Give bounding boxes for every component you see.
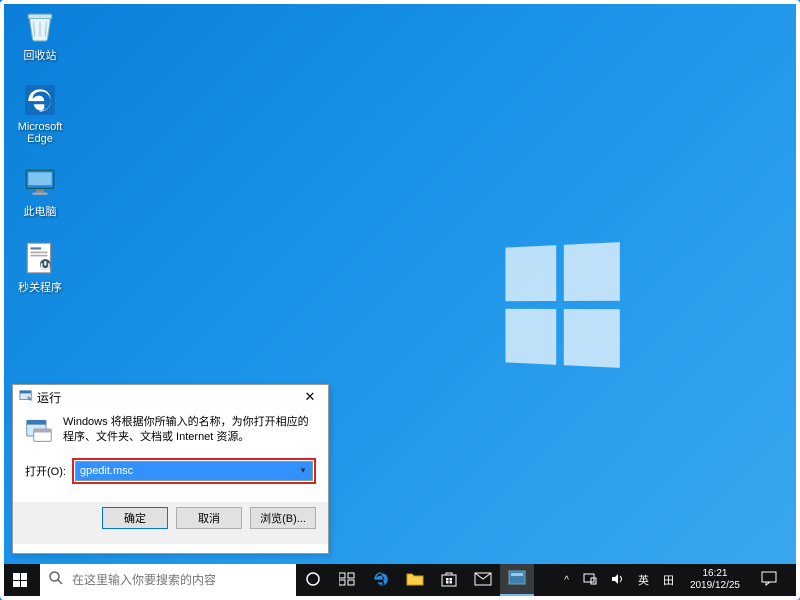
dialog-buttons: 确定 取消 浏览(B)...	[13, 502, 328, 544]
icon-label: 此电脑	[24, 203, 57, 219]
open-input[interactable]	[75, 461, 313, 481]
icon-label: 回收站	[24, 47, 57, 63]
ime-mode[interactable]: 田	[659, 572, 678, 588]
clock[interactable]: 16:21 2019/12/25	[684, 568, 746, 592]
taskbar: ^ 英 田 16:21 2019/12/25	[0, 564, 800, 596]
run-app-icon	[25, 415, 53, 443]
volume-icon[interactable]	[607, 573, 628, 588]
windows-icon	[13, 573, 27, 587]
edge-browser-icon[interactable]: Microsoft Edge	[8, 82, 72, 145]
date: 2019/12/25	[690, 580, 740, 592]
cancel-button[interactable]: 取消	[176, 507, 242, 529]
recycle-bin-icon[interactable]: 回收站	[8, 8, 72, 63]
open-label: 打开(O):	[25, 463, 66, 479]
notification-icon	[761, 571, 777, 589]
network-icon[interactable]	[579, 573, 601, 588]
run-dialog: 运行 ✕ Windows 将根据你所输入的名称，为你打开相应的程序、文件夹、文档…	[12, 384, 329, 554]
action-center-button[interactable]	[752, 571, 786, 589]
taskview-icon	[339, 572, 355, 589]
app-icon	[508, 570, 526, 589]
edge-taskbar-button[interactable]	[364, 564, 398, 596]
icon-label: 秒关程序	[18, 279, 62, 295]
tray-overflow-button[interactable]: ^	[560, 575, 573, 586]
browse-button[interactable]: 浏览(B)...	[250, 507, 316, 529]
desktop: 回收站 Microsoft Edge 此电脑 秒关程序 运行 ✕	[0, 0, 800, 600]
monitor-icon	[22, 164, 58, 200]
wallpaper-windows-logo	[505, 242, 619, 368]
running-app-button[interactable]	[500, 564, 534, 596]
mail-taskbar-button[interactable]	[466, 564, 500, 596]
icon-label: Microsoft Edge	[18, 121, 63, 145]
store-icon	[440, 571, 458, 590]
input-highlight: ▾	[72, 458, 316, 484]
start-button[interactable]	[0, 564, 40, 596]
ime-language[interactable]: 英	[634, 572, 653, 588]
task-view-button[interactable]	[330, 564, 364, 596]
explorer-taskbar-button[interactable]	[398, 564, 432, 596]
chevron-up-icon: ^	[564, 575, 569, 586]
search-icon	[48, 570, 64, 591]
dialog-description: Windows 将根据你所输入的名称，为你打开相应的程序、文件夹、文档或 Int…	[63, 415, 316, 446]
shutdown-util-icon[interactable]: 秒关程序	[8, 240, 72, 295]
edge-icon	[22, 82, 58, 118]
edge-icon	[372, 570, 390, 591]
circle-icon	[305, 571, 321, 590]
dialog-title: 运行	[37, 389, 61, 406]
close-icon: ✕	[305, 389, 316, 405]
ok-button[interactable]: 确定	[102, 507, 168, 529]
run-icon	[19, 389, 33, 406]
system-tray: ^ 英 田 16:21 2019/12/25	[560, 564, 800, 596]
folder-icon	[406, 571, 424, 590]
store-taskbar-button[interactable]	[432, 564, 466, 596]
time: 16:21	[690, 568, 740, 580]
search-box[interactable]	[40, 564, 296, 596]
trash-icon	[22, 8, 58, 44]
dropdown-button[interactable]: ▾	[296, 464, 310, 478]
titlebar[interactable]: 运行 ✕	[13, 385, 328, 409]
this-pc-icon[interactable]: 此电脑	[8, 164, 72, 219]
document-icon	[22, 240, 58, 276]
close-button[interactable]: ✕	[296, 387, 324, 407]
cortana-button[interactable]	[296, 564, 330, 596]
chevron-down-icon: ▾	[301, 465, 306, 476]
mail-icon	[474, 572, 492, 589]
search-input[interactable]	[72, 573, 288, 587]
